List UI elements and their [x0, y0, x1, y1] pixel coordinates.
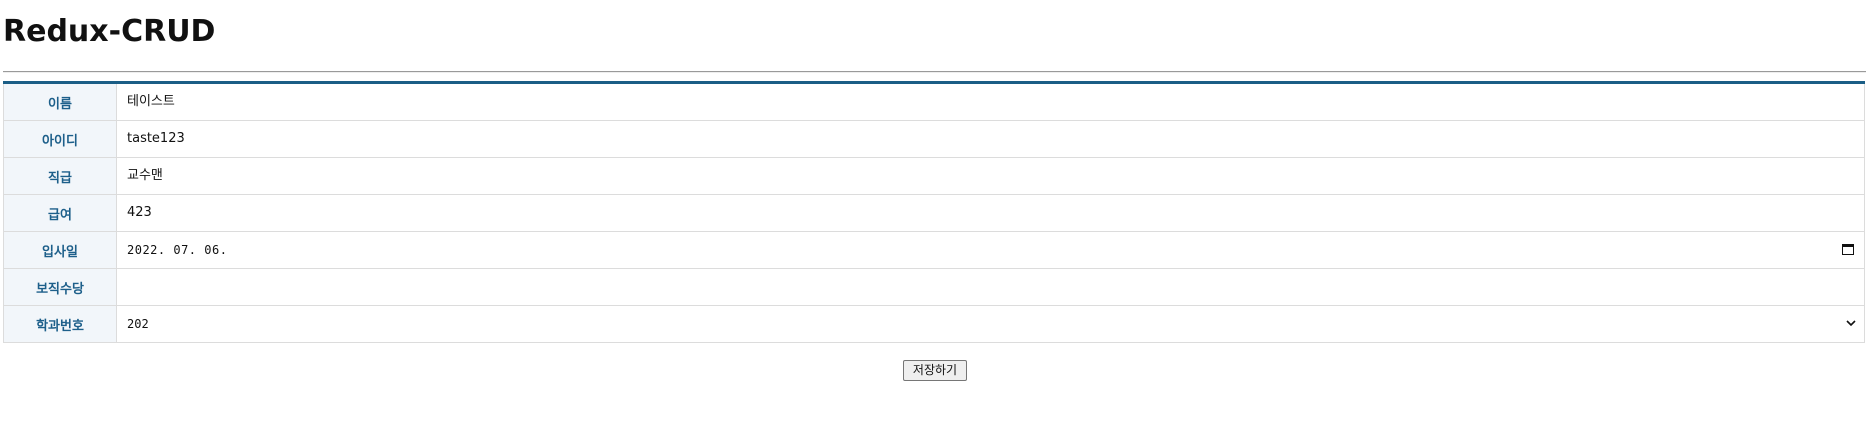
position-value: 교수맨 — [127, 168, 163, 183]
id-value: taste123 — [127, 131, 185, 146]
salary-field[interactable]: 423 — [116, 194, 1865, 232]
employee-form-table: 이름 테이스트 아이디 taste123 직급 교수맨 급여 423 입사일 2… — [3, 81, 1865, 343]
form-row-id: 아이디 taste123 — [3, 120, 1865, 158]
form-row-salary: 급여 423 — [3, 194, 1865, 232]
hire-date-field[interactable]: 2022. 07. 06. — [116, 231, 1865, 269]
field-label-dept: 학과번호 — [3, 305, 117, 343]
form-row-hire-date: 입사일 2022. 07. 06. — [3, 231, 1865, 269]
name-field[interactable]: 테이스트 — [116, 82, 1865, 121]
page-title: Redux-CRUD — [3, 14, 216, 49]
position-field[interactable]: 교수맨 — [116, 157, 1865, 195]
form-row-position: 직급 교수맨 — [3, 157, 1865, 195]
form-row-allowance: 보직수당 — [3, 268, 1865, 306]
field-label-allowance: 보직수당 — [3, 268, 117, 306]
form-row-dept: 학과번호 202 — [3, 305, 1865, 343]
allowance-field[interactable] — [116, 268, 1865, 306]
hire-date-value: 2022. 07. 06. — [127, 243, 228, 257]
id-field[interactable]: taste123 — [116, 120, 1865, 158]
page: Redux-CRUD 이름 테이스트 아이디 taste123 직급 교수맨 급… — [0, 0, 1869, 424]
calendar-icon[interactable] — [1842, 244, 1854, 255]
save-button[interactable]: 저장하기 — [903, 360, 967, 381]
field-label-id: 아이디 — [3, 120, 117, 158]
title-divider — [3, 71, 1866, 73]
form-row-name: 이름 테이스트 — [3, 82, 1865, 121]
salary-value: 423 — [127, 205, 152, 220]
field-label-salary: 급여 — [3, 194, 117, 232]
field-label-name: 이름 — [3, 82, 117, 121]
field-label-position: 직급 — [3, 157, 117, 195]
dept-select[interactable]: 202 — [116, 305, 1865, 343]
name-value: 테이스트 — [127, 94, 175, 109]
field-label-hire-date: 입사일 — [3, 231, 117, 269]
chevron-down-icon[interactable] — [1846, 318, 1856, 328]
dept-selected-value: 202 — [127, 317, 149, 331]
